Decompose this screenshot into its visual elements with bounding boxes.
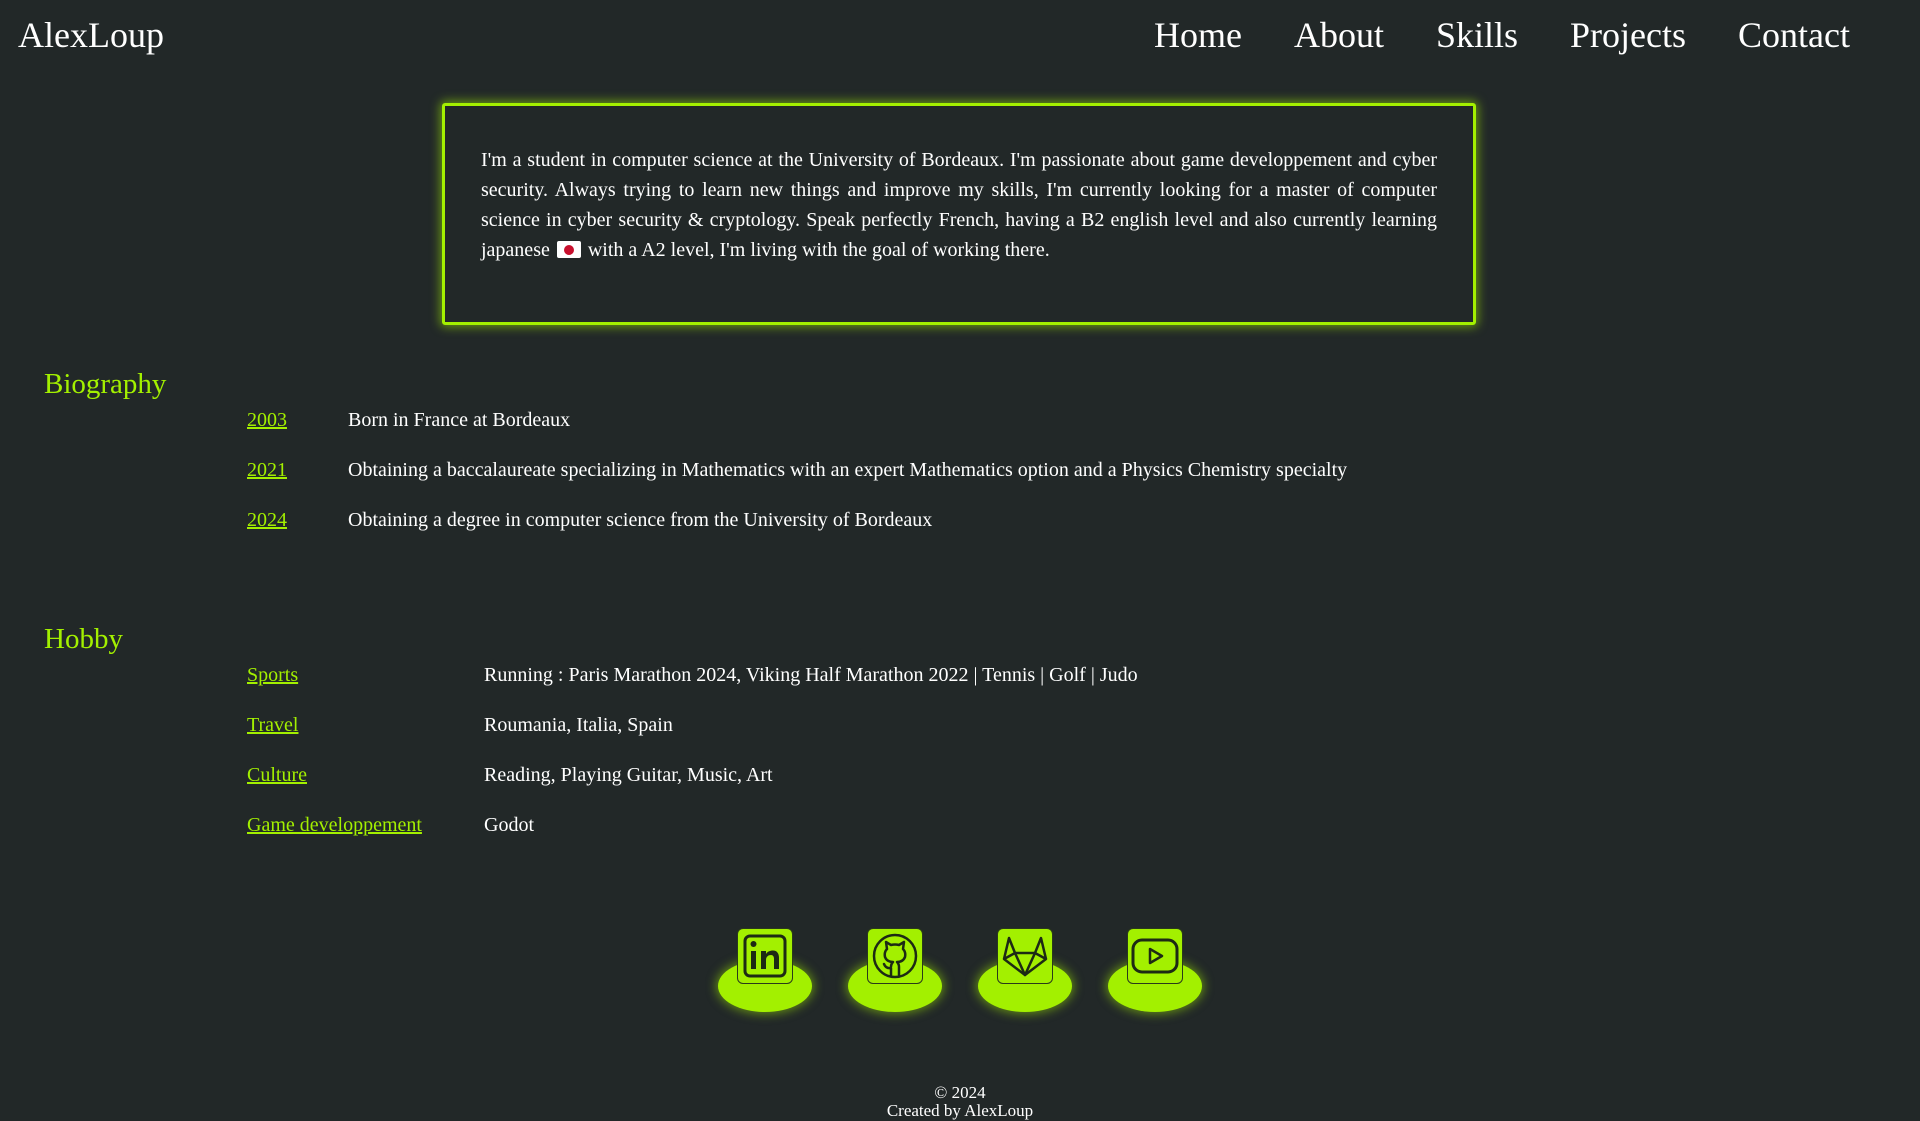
nav-home[interactable]: Home (1154, 14, 1242, 56)
hobby-text: Running : Paris Marathon 2024, Viking Ha… (484, 664, 1138, 686)
gitlab-button[interactable] (978, 928, 1072, 1012)
hobby-text: Reading, Playing Guitar, Music, Art (484, 764, 773, 786)
japan-flag-icon (556, 241, 581, 258)
hobby-item: Game developpement Godot (247, 814, 1138, 864)
linkedin-button[interactable] (718, 928, 812, 1012)
hobby-link-sports[interactable]: Sports (247, 664, 484, 687)
hobby-link-travel[interactable]: Travel (247, 714, 484, 737)
hobby-link-game-developpement[interactable]: Game developpement (247, 814, 484, 837)
hobby-item: Travel Roumania, Italia, Spain (247, 714, 1138, 764)
biography-year-link[interactable]: 2021 (247, 459, 348, 482)
main-nav: Home About Skills Projects Contact (1154, 14, 1850, 56)
biography-list: 2003 Born in France at Bordeaux 2021 Obt… (247, 409, 1347, 559)
nav-projects[interactable]: Projects (1570, 14, 1686, 56)
youtube-button[interactable] (1108, 928, 1202, 1012)
copyright-text: © 2024 (934, 1083, 986, 1102)
hobby-text: Roumania, Italia, Spain (484, 714, 673, 736)
gitlab-icon (997, 928, 1053, 984)
about-text-end: with a A2 level, I'm living with the goa… (582, 239, 1050, 261)
biography-item: 2003 Born in France at Bordeaux (247, 409, 1347, 459)
nav-about[interactable]: About (1294, 14, 1384, 56)
hobby-list: Sports Running : Paris Marathon 2024, Vi… (247, 664, 1138, 864)
biography-title: Biography (44, 368, 167, 400)
hobby-item: Culture Reading, Playing Guitar, Music, … (247, 764, 1138, 814)
biography-year-link[interactable]: 2003 (247, 409, 348, 432)
nav-contact[interactable]: Contact (1738, 14, 1850, 56)
site-footer: © 2024 Created by AlexLoup (0, 1084, 1920, 1120)
linkedin-icon (737, 928, 793, 984)
credit-text: Created by AlexLoup (886, 1101, 1034, 1120)
nav-skills[interactable]: Skills (1436, 14, 1518, 56)
biography-text: Obtaining a baccalaureate specializing i… (348, 459, 1348, 481)
biography-item: 2021 Obtaining a baccalaureate specializ… (247, 459, 1347, 509)
hobby-title: Hobby (44, 623, 123, 655)
youtube-icon (1127, 928, 1183, 984)
hobby-text: Godot (484, 814, 534, 836)
about-text: I'm a student in computer science at the… (481, 145, 1437, 265)
biography-item: 2024 Obtaining a degree in computer scie… (247, 509, 1347, 559)
site-brand: AlexLoup (18, 15, 164, 55)
about-card: I'm a student in computer science at the… (442, 103, 1476, 325)
biography-text: Born in France at Bordeaux (348, 409, 571, 431)
biography-text: Obtaining a degree in computer science f… (348, 509, 933, 531)
hobby-item: Sports Running : Paris Marathon 2024, Vi… (247, 664, 1138, 714)
github-button[interactable] (848, 928, 942, 1012)
hobby-link-culture[interactable]: Culture (247, 764, 484, 787)
biography-year-link[interactable]: 2024 (247, 509, 348, 532)
github-icon (867, 928, 923, 984)
social-links (718, 928, 1202, 1012)
